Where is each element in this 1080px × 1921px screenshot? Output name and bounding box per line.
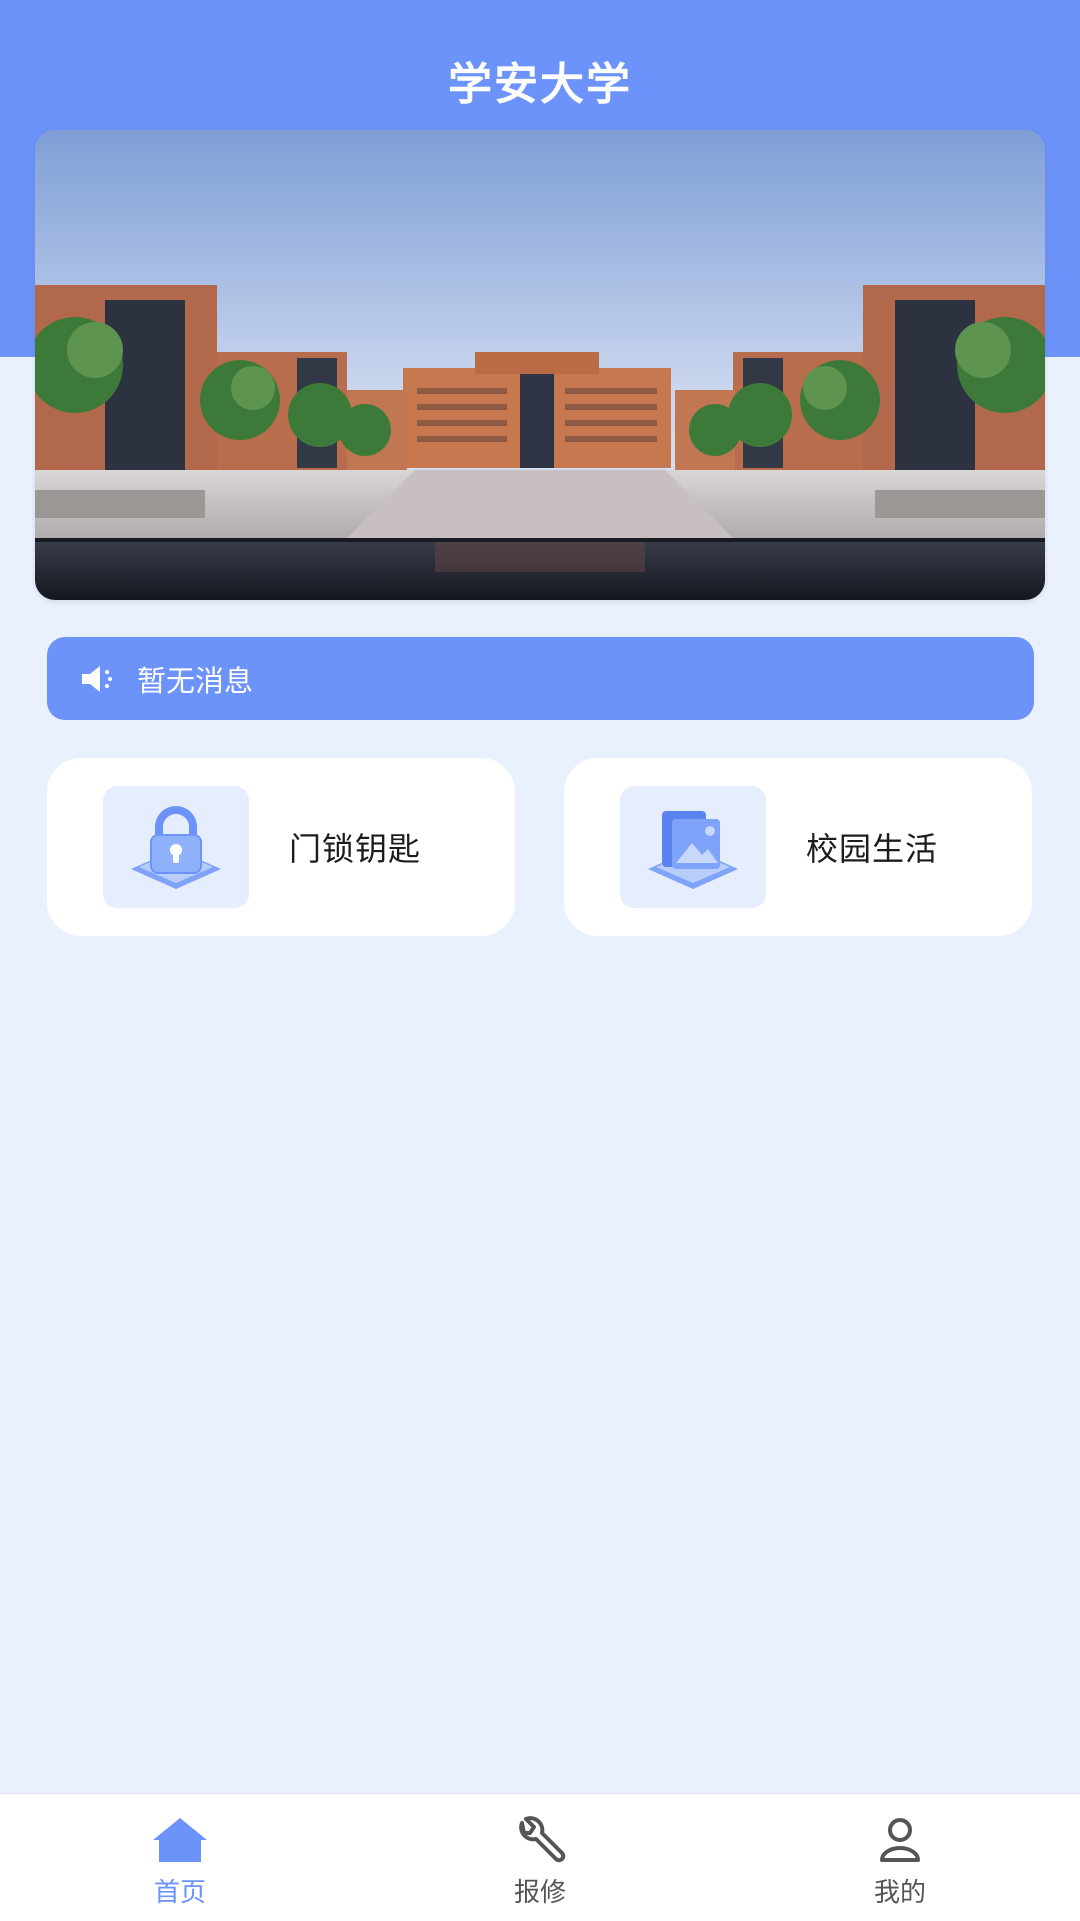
padlock-icon (103, 786, 249, 908)
gallery-icon (620, 786, 766, 908)
feature-label-door-lock: 门锁钥匙 (289, 830, 422, 868)
home-icon (150, 1814, 210, 1866)
page-title: 学安大学 (448, 59, 632, 110)
tab-label-home: 首页 (153, 1878, 206, 1908)
tab-home[interactable]: 首页 (0, 1794, 360, 1921)
campus-illustration (35, 130, 1045, 600)
campus-banner-image[interactable] (35, 130, 1045, 600)
wrench-icon (510, 1814, 570, 1866)
notice-text: 暂无消息 (137, 663, 254, 698)
feature-label-campus-life: 校园生活 (806, 830, 939, 868)
tab-repair[interactable]: 报修 (360, 1794, 720, 1921)
feature-card-campus-life[interactable]: 校园生活 (564, 758, 1032, 936)
tab-mine[interactable]: 我的 (720, 1794, 1080, 1921)
tab-label-repair: 报修 (513, 1878, 566, 1908)
user-icon (870, 1814, 930, 1866)
tab-label-mine: 我的 (873, 1878, 926, 1908)
bottom-tab-bar: 首页 报修 我的 (0, 1793, 1080, 1921)
speaker-icon (79, 659, 119, 699)
feature-card-door-lock[interactable]: 门锁钥匙 (47, 758, 515, 936)
notice-bar[interactable]: 暂无消息 (47, 637, 1034, 720)
